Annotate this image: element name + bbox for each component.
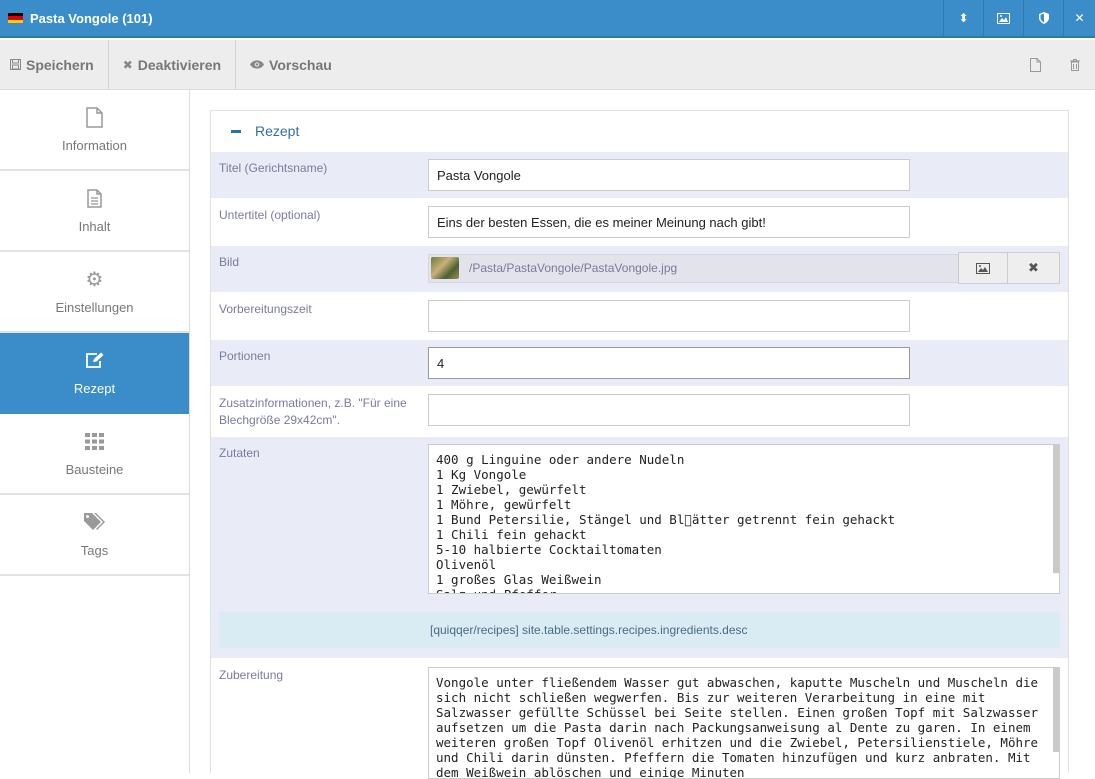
extra-info-row: Zusatzinformationen, z.B. "Für eine Blec… [211, 386, 1068, 435]
delete-button[interactable] [1055, 40, 1095, 90]
preparation-textarea[interactable]: Vongole unter fließendem Wasser gut abwa… [428, 667, 1060, 779]
subtitle-input[interactable]: Eins der besten Essen, die es meiner Mei… [428, 206, 910, 238]
image-path: /Pasta/PastaVongole/PastaVongole.jpg [469, 261, 678, 275]
select-image-button[interactable] [958, 252, 1008, 284]
edit-icon [86, 352, 104, 368]
prep-time-label: Vorbereitungszeit [219, 302, 312, 316]
section-header[interactable]: Rezept [211, 111, 1068, 151]
sidebar-item-label: Inhalt [78, 219, 111, 234]
portions-row: Portionen 4 [211, 339, 1068, 386]
ingredients-label: Zutaten [219, 446, 260, 460]
preparation-text: Vongole unter fließendem Wasser gut abwa… [436, 675, 1046, 779]
sidebar: Information Inhalt ⚙ Einstellungen Rezep… [0, 90, 190, 773]
media-button[interactable] [983, 0, 1023, 37]
sidebar-item-blocks[interactable]: Bausteine [0, 414, 189, 495]
image-icon [976, 262, 990, 274]
sidebar-item-settings[interactable]: ⚙ Einstellungen [0, 252, 189, 333]
permissions-button[interactable] [1023, 0, 1063, 37]
scrollbar[interactable] [1053, 445, 1059, 573]
save-button[interactable]: Speichern [0, 39, 109, 90]
german-flag-icon [8, 13, 23, 23]
save-icon [10, 59, 21, 70]
sidebar-item-label: Information [61, 138, 128, 153]
save-label: Speichern [26, 56, 94, 73]
image-row: Bild /Pasta/PastaVongole/PastaVongole.jp… [211, 245, 1068, 292]
window-title: Pasta Vongole (101) [30, 10, 153, 26]
section-title: Rezept [255, 123, 300, 139]
preparation-label: Zubereitung [219, 668, 284, 682]
remove-image-button[interactable]: ✖ [1007, 252, 1060, 284]
title-row: Titel (Gerichtsname) Pasta Vongole [211, 151, 1068, 198]
portions-input[interactable]: 4 [428, 347, 910, 379]
deactivate-label: Deaktivieren [137, 56, 222, 73]
close-icon: ✖ [1028, 260, 1039, 275]
toolbar: Speichern ✖ Deaktivieren Vorschau [0, 39, 1095, 90]
sidebar-item-recipe[interactable]: Rezept [0, 333, 189, 414]
shield-icon [1038, 12, 1049, 24]
title-input[interactable]: Pasta Vongole [428, 159, 910, 191]
new-page-button[interactable] [1015, 40, 1055, 90]
subtitle-label: Untertitel (optional) [219, 208, 321, 222]
sort-icon: ⬍ [958, 11, 969, 25]
sidebar-item-label: Einstellungen [55, 300, 134, 315]
portions-label: Portionen [219, 349, 271, 363]
sidebar-item-tags[interactable]: Tags [0, 495, 189, 576]
ingredients-row: Zutaten 400 g Linguine oder andere Nudel… [211, 436, 1068, 606]
sidebar-item-label: Rezept [73, 381, 116, 396]
preview-label: Vorschau [269, 56, 332, 73]
sidebar-item-information[interactable]: Information [0, 90, 189, 171]
close-button[interactable]: ✕ [1063, 0, 1095, 37]
sort-button[interactable]: ⬍ [943, 0, 983, 37]
scrollbar[interactable] [1053, 668, 1059, 752]
ingredients-description: [quiqqer/recipes] site.table.settings.re… [219, 612, 1060, 648]
recipe-form: Rezept Titel (Gerichtsname) Pasta Vongol… [210, 110, 1069, 779]
extra-info-input[interactable] [428, 394, 910, 426]
window-titlebar: Pasta Vongole (101) ⬍ ✕ [0, 0, 1095, 38]
subtitle-row: Untertitel (optional) Eins der besten Es… [211, 198, 1068, 245]
trash-icon [1070, 58, 1080, 71]
eye-icon [250, 60, 265, 69]
prep-time-row: Vorbereitungszeit [211, 292, 1068, 339]
grid-icon [85, 432, 104, 450]
image-thumbnail [431, 257, 459, 279]
file-icon [86, 106, 103, 128]
preparation-row: Zubereitung Vongole unter fließendem Was… [211, 658, 1068, 779]
sidebar-item-label: Tags [80, 543, 109, 558]
file-icon [1029, 57, 1041, 72]
tags-icon [83, 513, 105, 530]
image-label: Bild [219, 255, 240, 269]
sidebar-item-label: Bausteine [65, 462, 124, 477]
image-icon [997, 12, 1010, 24]
deactivate-button[interactable]: ✖ Deaktivieren [109, 39, 237, 90]
title-label: Titel (Gerichtsname) [219, 161, 328, 175]
file-text-icon [87, 188, 102, 208]
ingredients-block: Zutaten 400 g Linguine oder andere Nudel… [211, 435, 1068, 658]
close-icon: ✕ [1074, 11, 1085, 25]
extra-info-label: Zusatzinformationen, z.B. "Für eine Blec… [219, 396, 407, 427]
ingredients-textarea[interactable]: 400 g Linguine oder andere Nudeln 1 Kg V… [428, 444, 1060, 594]
remove-icon: ✖ [122, 57, 133, 72]
ingredients-text: 400 g Linguine oder andere Nudeln 1 Kg V… [436, 452, 896, 593]
collapse-icon [231, 129, 241, 133]
prep-time-input[interactable] [428, 300, 910, 332]
sidebar-item-content[interactable]: Inhalt [0, 171, 189, 252]
preview-button[interactable]: Vorschau [236, 40, 346, 90]
gear-icon: ⚙ [85, 268, 104, 291]
image-path-field[interactable]: /Pasta/PastaVongole/PastaVongole.jpg [428, 253, 959, 283]
